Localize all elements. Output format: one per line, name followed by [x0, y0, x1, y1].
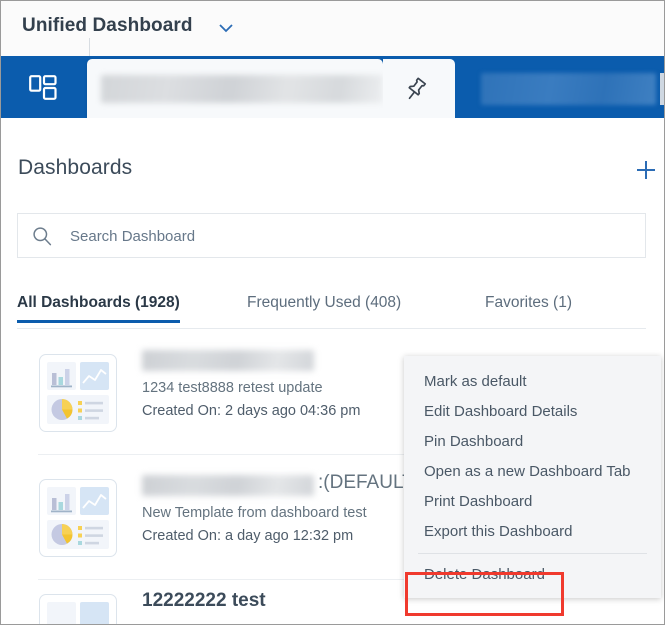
- list-item-title-redacted: [142, 475, 314, 496]
- app-window: Unified Dashboard Dashboards Search Dash…: [0, 0, 665, 625]
- inactive-dashboard-tab-redacted[interactable]: [481, 73, 656, 105]
- menu-item-print-dashboard[interactable]: Print Dashboard: [404, 487, 661, 517]
- add-dashboard-button[interactable]: [634, 158, 658, 182]
- menu-separator: [418, 553, 647, 554]
- list-item-title-redacted: [142, 350, 314, 371]
- dashboard-thumbnail-icon: [39, 479, 117, 557]
- list-item-description: New Template from dashboard test: [142, 505, 367, 521]
- pin-icon: [401, 75, 431, 105]
- menu-item-delete-dashboard[interactable]: Delete Dashboard: [404, 560, 661, 590]
- list-item-title: 12222222 test: [142, 590, 266, 611]
- list-item-title: [142, 350, 402, 376]
- dashboard-thumbnail-icon: [39, 594, 117, 624]
- menu-item-export-this-dashboard[interactable]: Export this Dashboard: [404, 517, 661, 547]
- search-input[interactable]: [68, 214, 632, 259]
- tab-frequently-used[interactable]: Frequently Used (408): [247, 294, 401, 323]
- dashboard-filter-tabs: All Dashboards (1928) Frequently Used (4…: [1, 290, 664, 329]
- pin-dashboard-tab-button[interactable]: [383, 59, 455, 118]
- titlebar-divider: [89, 38, 90, 56]
- menu-item-pin-dashboard[interactable]: Pin Dashboard: [404, 427, 661, 457]
- application-title-bar: Unified Dashboard: [1, 1, 664, 56]
- list-item-created-on: Created On: a day ago 12:32 pm: [142, 528, 354, 544]
- search-dashboard-box[interactable]: [17, 213, 646, 259]
- dashboard-grid-icon: [29, 75, 57, 101]
- active-dashboard-tab-label-redacted: [101, 75, 383, 103]
- list-item-text: :(DEFAULT) New Template from dashboard t…: [142, 472, 420, 544]
- dashboard-grid-button[interactable]: [1, 56, 86, 118]
- panel-title: Dashboards: [18, 156, 133, 179]
- list-item-description: 1234 test8888 retest update: [142, 380, 323, 396]
- menu-item-open-as-new-dashboard-tab[interactable]: Open as a new Dashboard Tab: [404, 457, 661, 487]
- dashboard-context-menu: Mark as default Edit Dashboard Details P…: [404, 356, 661, 598]
- list-item-text: 1234 test8888 retest update Created On: …: [142, 350, 402, 419]
- menu-item-edit-dashboard-details[interactable]: Edit Dashboard Details: [404, 397, 661, 427]
- tab-all-dashboards[interactable]: All Dashboards (1928): [17, 294, 180, 323]
- search-icon: [32, 226, 52, 246]
- list-item-title: :(DEFAULT): [142, 472, 420, 501]
- tabs-underline: [17, 328, 646, 329]
- tab-strip-right-edge: [660, 73, 664, 105]
- menu-item-mark-as-default[interactable]: Mark as default: [404, 367, 661, 397]
- page-title: Unified Dashboard: [22, 15, 193, 36]
- chevron-down-icon[interactable]: [217, 21, 235, 35]
- active-dashboard-tab[interactable]: [87, 59, 383, 118]
- list-item-created-on: Created On: 2 days ago 04:36 pm: [142, 403, 361, 419]
- dashboard-thumbnail-icon: [39, 354, 117, 432]
- dashboard-tab-strip: [1, 56, 664, 118]
- list-item-text: 12222222 test: [142, 590, 402, 612]
- tab-favorites[interactable]: Favorites (1): [485, 294, 572, 323]
